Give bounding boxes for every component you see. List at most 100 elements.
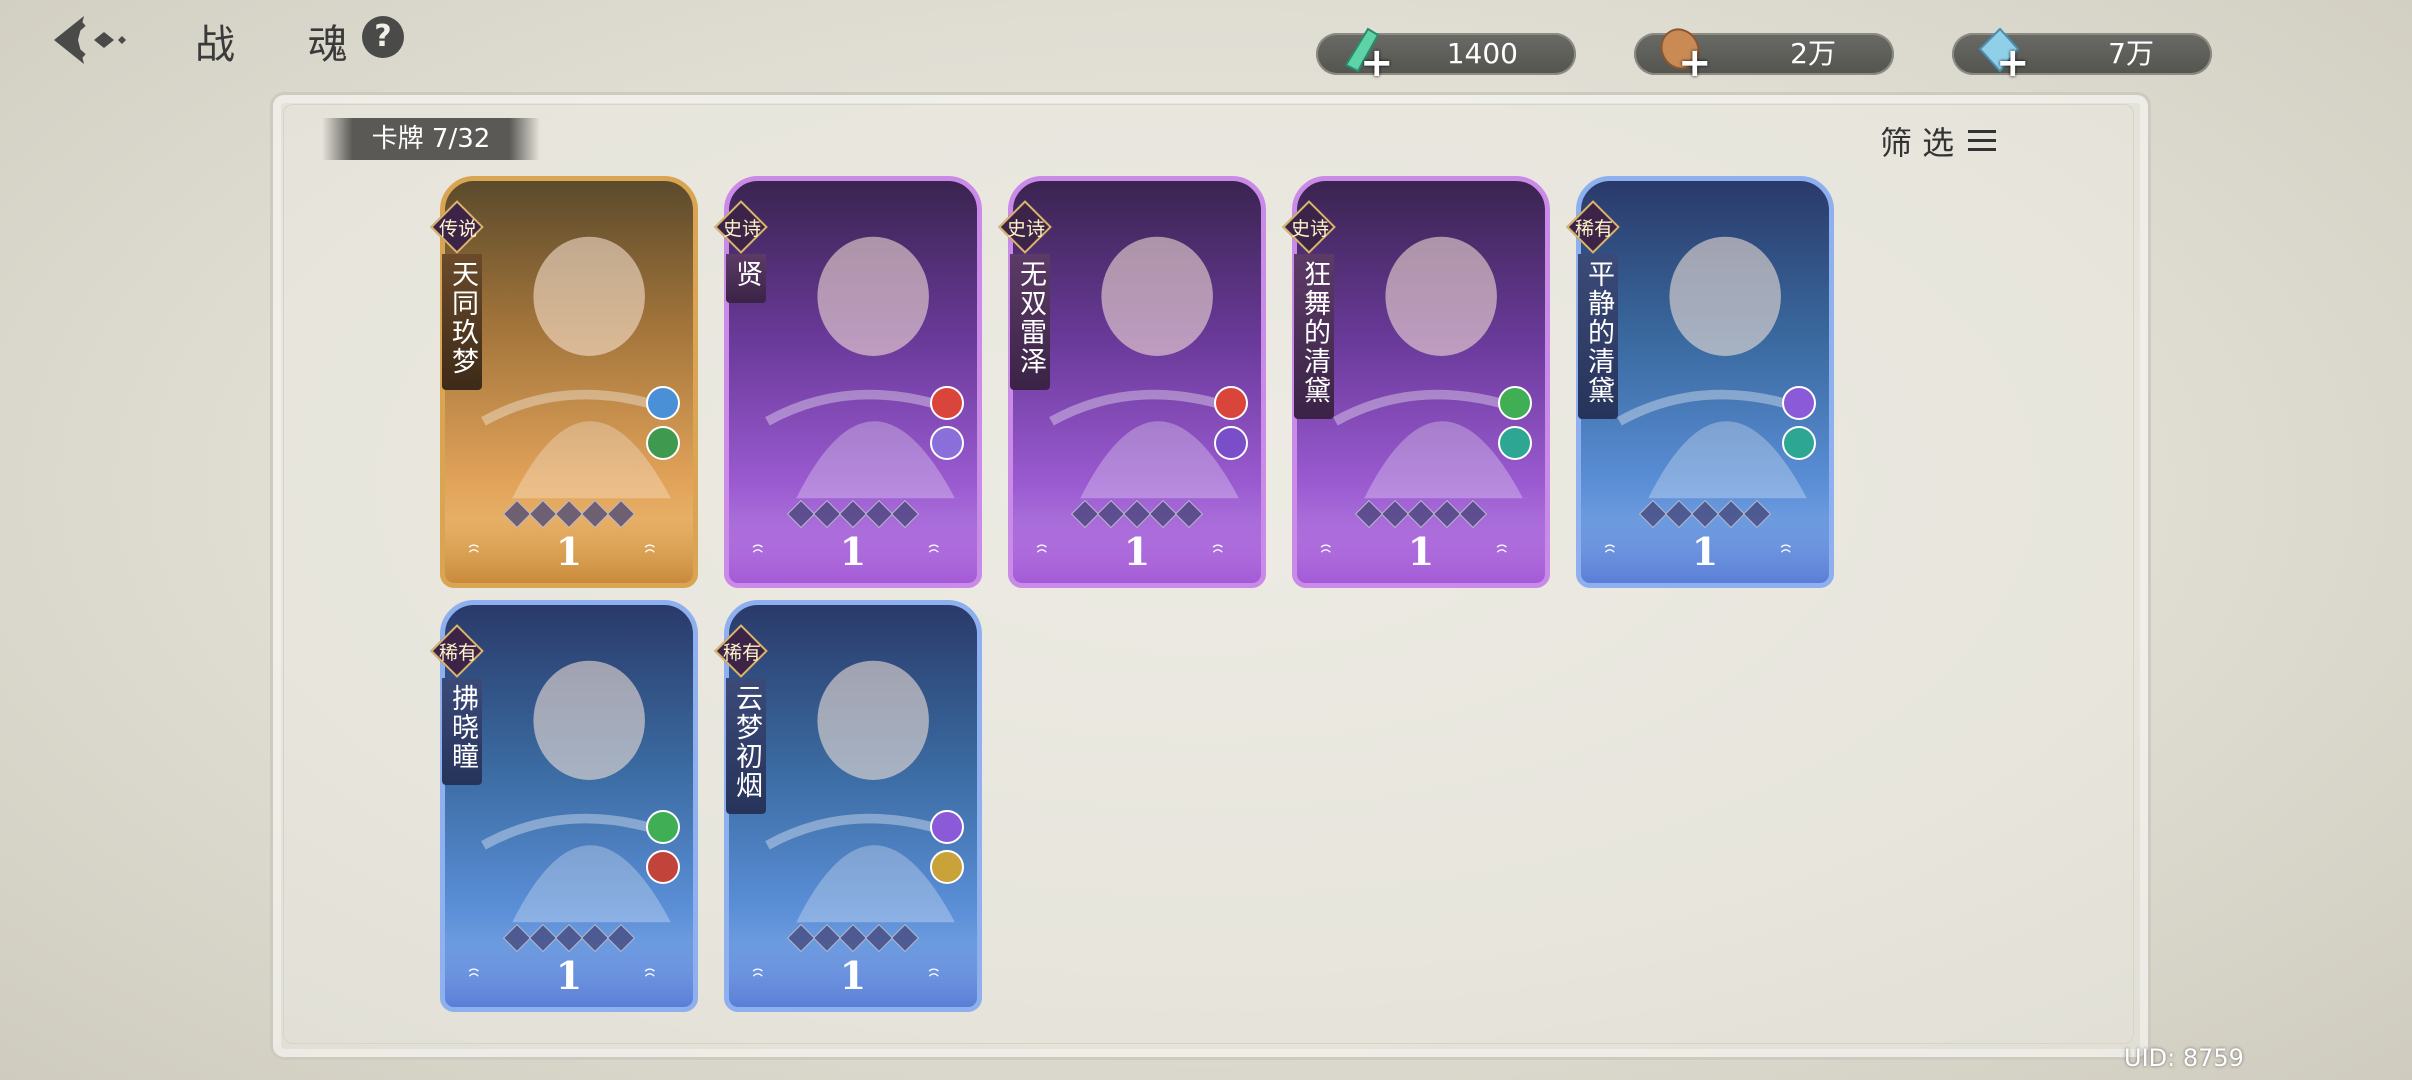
crystal-currency[interactable]: + 1400 — [1316, 27, 1576, 83]
element-icon — [930, 386, 964, 420]
star-empty-icon — [580, 499, 610, 529]
rarity-badge: 稀有 — [430, 624, 484, 678]
card-name: 云梦初烟 — [731, 684, 762, 800]
star-empty-icon — [1638, 499, 1668, 529]
character-card[interactable]: ꩰ 1 ꩰ 贤 史诗 — [714, 176, 982, 588]
star-empty-icon — [1070, 499, 1100, 529]
character-card[interactable]: ꩰ 1 ꩰ 拂晓瞳 稀有 — [430, 600, 698, 1012]
star-empty-icon — [554, 499, 584, 529]
class-icon — [1214, 426, 1248, 460]
star-empty-icon — [786, 499, 816, 529]
star-empty-icon — [502, 499, 532, 529]
card-name: 平静的清黛 — [1583, 260, 1614, 405]
character-card[interactable]: ꩰ 1 ꩰ 平静的清黛 稀有 — [1566, 176, 1834, 588]
character-card[interactable]: ꩰ 1 ꩰ 云梦初烟 稀有 — [714, 600, 982, 1012]
element-icon — [646, 386, 680, 420]
class-icon — [930, 850, 964, 884]
star-empty-icon — [1458, 499, 1488, 529]
star-empty-icon — [890, 499, 920, 529]
element-icon — [930, 810, 964, 844]
filter-button[interactable]: 筛 选 — [1880, 118, 1997, 164]
star-empty-icon — [1742, 499, 1772, 529]
star-rating — [440, 499, 698, 529]
star-empty-icon — [528, 923, 558, 953]
back-button[interactable] — [44, 10, 134, 70]
add-coin-icon[interactable]: + — [1678, 43, 1712, 83]
rarity-label: 史诗 — [1290, 218, 1329, 240]
page-title: 战 魂 — [195, 22, 378, 68]
card-name: 拂晓瞳 — [447, 684, 478, 771]
card-level: 1 — [555, 953, 583, 998]
star-empty-icon — [1148, 499, 1178, 529]
rarity-badge: 史诗 — [998, 200, 1052, 254]
back-arrow-icon — [54, 16, 126, 64]
card-name-ribbon: 拂晓瞳 — [442, 678, 482, 785]
class-icon — [930, 426, 964, 460]
card-name: 狂舞的清黛 — [1299, 260, 1330, 405]
card-name-ribbon: 贤 — [726, 254, 766, 303]
card-level: 1 — [839, 529, 867, 574]
character-card[interactable]: ꩰ 1 ꩰ 天同玖梦 传说 — [430, 176, 698, 588]
add-crystal-icon[interactable]: + — [1360, 43, 1394, 83]
card-count: 卡牌 7/32 — [322, 118, 540, 160]
card-footer: ꩰ 1 ꩰ — [1013, 519, 1261, 583]
star-empty-icon — [1432, 499, 1462, 529]
rarity-label: 传说 — [438, 218, 477, 240]
star-empty-icon — [864, 499, 894, 529]
card-name-ribbon: 云梦初烟 — [726, 678, 766, 814]
star-empty-icon — [1096, 499, 1126, 529]
diamond-currency[interactable]: + 7万 — [1952, 27, 2212, 83]
coin-currency[interactable]: + 2万 — [1634, 28, 1894, 83]
rarity-label: 稀有 — [1574, 218, 1613, 240]
star-empty-icon — [1664, 499, 1694, 529]
card-name-ribbon: 平静的清黛 — [1578, 254, 1618, 419]
rarity-badge: 稀有 — [714, 624, 768, 678]
card-level: 1 — [1123, 529, 1151, 574]
rarity-badge: 史诗 — [1282, 200, 1336, 254]
card-level: 1 — [1691, 529, 1719, 574]
card-footer: ꩰ 1 ꩰ — [729, 519, 977, 583]
character-card[interactable]: ꩰ 1 ꩰ 狂舞的清黛 史诗 — [1282, 176, 1550, 588]
card-name: 天同玖梦 — [447, 260, 478, 376]
star-empty-icon — [606, 923, 636, 953]
class-icon — [1782, 426, 1816, 460]
card-name-ribbon: 无双雷泽 — [1010, 254, 1050, 390]
card-name-ribbon: 狂舞的清黛 — [1294, 254, 1334, 419]
star-empty-icon — [890, 923, 920, 953]
star-empty-icon — [606, 499, 636, 529]
star-empty-icon — [1122, 499, 1152, 529]
class-icon — [646, 426, 680, 460]
star-empty-icon — [864, 923, 894, 953]
element-icon — [1498, 386, 1532, 420]
rarity-label: 稀有 — [722, 642, 761, 664]
star-empty-icon — [1174, 499, 1204, 529]
star-empty-icon — [580, 923, 610, 953]
card-level: 1 — [1407, 529, 1435, 574]
element-icon — [1214, 386, 1248, 420]
rarity-badge: 传说 — [430, 200, 484, 254]
filter-label: 筛 选 — [1880, 124, 1955, 162]
character-card[interactable]: ꩰ 1 ꩰ 无双雷泽 史诗 — [998, 176, 1266, 588]
star-empty-icon — [812, 923, 842, 953]
diamond-value: 7万 — [2108, 37, 2154, 70]
coin-value: 2万 — [1790, 37, 1836, 70]
star-empty-icon — [528, 499, 558, 529]
rarity-badge: 史诗 — [714, 200, 768, 254]
star-empty-icon — [554, 923, 584, 953]
star-empty-icon — [786, 923, 816, 953]
rarity-label: 史诗 — [722, 218, 761, 240]
star-rating — [440, 923, 698, 953]
star-empty-icon — [838, 923, 868, 953]
star-empty-icon — [1716, 499, 1746, 529]
card-footer: ꩰ 1 ꩰ — [445, 519, 693, 583]
element-icon — [1782, 386, 1816, 420]
star-empty-icon — [1406, 499, 1436, 529]
star-empty-icon — [502, 923, 532, 953]
help-button[interactable]: ? — [362, 16, 404, 58]
rarity-label: 史诗 — [1006, 218, 1045, 240]
star-rating — [724, 499, 982, 529]
card-level: 1 — [555, 529, 583, 574]
class-icon — [1498, 426, 1532, 460]
rarity-badge: 稀有 — [1566, 200, 1620, 254]
add-diamond-icon[interactable]: + — [1996, 43, 2030, 83]
